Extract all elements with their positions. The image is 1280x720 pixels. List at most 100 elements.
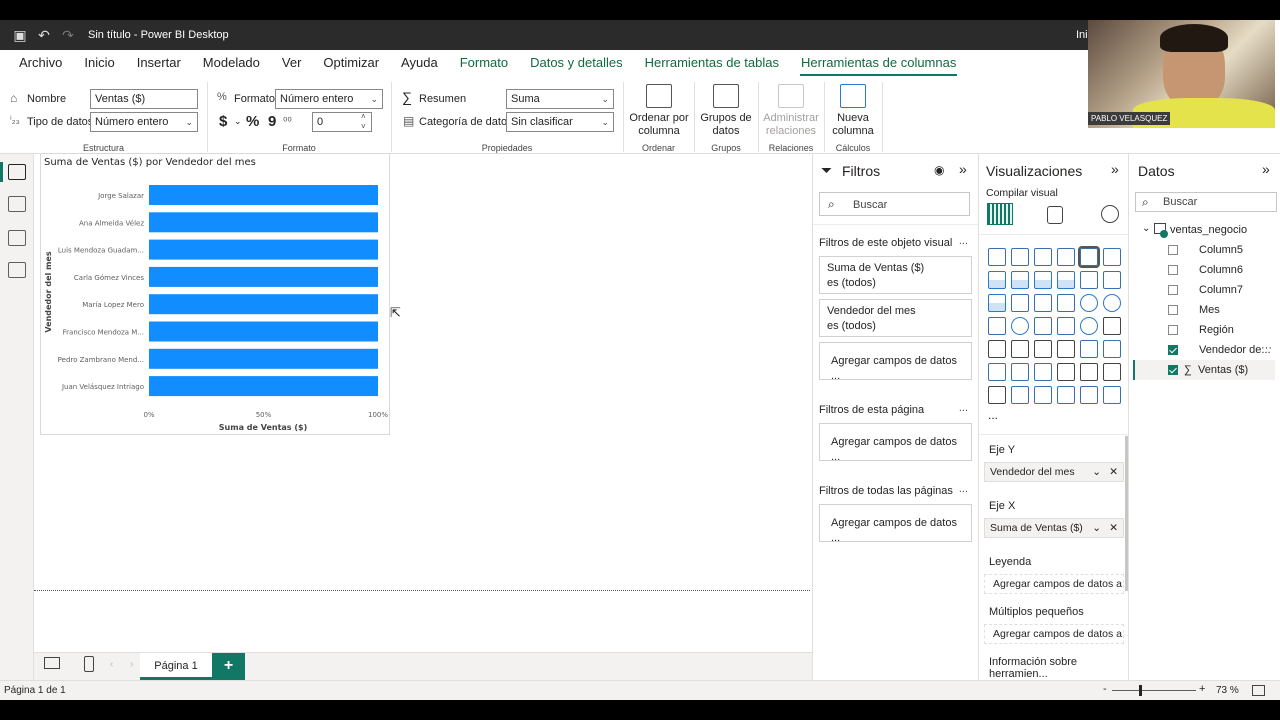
field-checkbox[interactable]: [1168, 365, 1178, 375]
resumen-select[interactable]: Suma ⌄: [506, 89, 614, 109]
tab-modelado[interactable]: Modelado: [192, 50, 271, 76]
card-icon[interactable]: [1103, 317, 1121, 335]
add-page-filter[interactable]: Agregar campos de datos ...: [819, 423, 972, 463]
azure-map-icon[interactable]: [1057, 317, 1075, 335]
desktop-layout-icon[interactable]: [44, 657, 60, 669]
bar[interactable]: [149, 376, 378, 397]
arcgis-icon[interactable]: [1057, 386, 1075, 404]
stepper-icon[interactable]: ˄ ˅: [361, 112, 366, 132]
table-icon[interactable]: [1057, 340, 1075, 358]
field-name[interactable]: Column5: [1199, 244, 1243, 256]
key-influencers-icon[interactable]: [1011, 363, 1029, 381]
format-visual-tab-icon[interactable]: [1047, 206, 1063, 224]
report-view-icon[interactable]: [8, 164, 26, 180]
zoom-in-button[interactable]: +: [1199, 683, 1205, 695]
more-options-icon[interactable]: ...: [959, 235, 968, 247]
redo-icon[interactable]: ↷: [56, 27, 80, 44]
slicer-icon[interactable]: [1034, 340, 1052, 358]
diamond-visual-icon[interactable]: [1080, 386, 1098, 404]
field-checkbox[interactable]: [1168, 265, 1178, 275]
bar[interactable]: [149, 294, 378, 315]
line-clustered-column-icon[interactable]: [1080, 271, 1098, 289]
tab-ver[interactable]: Ver: [271, 50, 313, 76]
fit-page-icon[interactable]: [1252, 685, 1265, 696]
bar-chart-visual[interactable]: Suma de Ventas ($) por Vendedor del mes …: [40, 153, 390, 435]
bar[interactable]: [149, 212, 378, 233]
narrative-icon[interactable]: [1080, 363, 1098, 381]
bar[interactable]: [149, 239, 378, 260]
data-search-input[interactable]: ⌕ Buscar: [1135, 192, 1277, 212]
tab-datos-detalles[interactable]: Datos y detalles: [519, 50, 634, 76]
field-name[interactable]: Column6: [1199, 264, 1243, 276]
scatter-icon[interactable]: [1057, 294, 1075, 312]
chevron-down-icon[interactable]: ⌄: [234, 116, 242, 127]
matrix-icon[interactable]: [1080, 340, 1098, 358]
tab-herramientas-columnas[interactable]: Herramientas de columnas: [790, 50, 967, 76]
tipo-datos-select[interactable]: Número entero ⌄: [90, 112, 198, 132]
zoom-slider[interactable]: [1112, 690, 1196, 691]
line-chart-icon[interactable]: [988, 271, 1006, 289]
eje-x-field[interactable]: Suma de Ventas ($) ⌄ ✕: [984, 518, 1124, 538]
analytics-tab-icon[interactable]: [1101, 205, 1119, 223]
eje-y-field[interactable]: Vendedor del mes ⌄ ✕: [984, 462, 1124, 482]
stacked-bar-icon[interactable]: [988, 248, 1006, 266]
administrar-relaciones-button[interactable]: Administrar relaciones: [761, 84, 821, 138]
tab-optimizar[interactable]: Optimizar: [312, 50, 390, 76]
ribbon-chart-icon[interactable]: [988, 294, 1006, 312]
field-checkbox[interactable]: [1168, 245, 1178, 255]
tab-ayuda[interactable]: Ayuda: [390, 50, 449, 76]
add-all-pages-filter[interactable]: Agregar campos de datos ...: [819, 504, 972, 544]
more-options-icon[interactable]: ...: [959, 402, 968, 414]
bar[interactable]: [149, 266, 378, 287]
nueva-columna-button[interactable]: Nueva columna: [828, 84, 878, 138]
100-stacked-bar-icon[interactable]: [1078, 246, 1100, 268]
more-visuals-button[interactable]: ...: [988, 408, 998, 422]
tab-pagina-1[interactable]: Página 1: [140, 653, 212, 680]
next-page-icon[interactable]: ›: [130, 659, 133, 670]
field-name[interactable]: Región: [1199, 324, 1234, 336]
categoria-select[interactable]: Sin clasificar ⌄: [506, 112, 614, 132]
tab-insertar[interactable]: Insertar: [126, 50, 192, 76]
percent-button[interactable]: %: [246, 113, 259, 130]
leyenda-add-field[interactable]: Agregar campos de datos a...: [984, 574, 1124, 594]
tab-herramientas-tablas[interactable]: Herramientas de tablas: [634, 50, 790, 76]
mobile-layout-icon[interactable]: [84, 656, 94, 672]
100-stacked-area-icon[interactable]: [1057, 271, 1075, 289]
bar[interactable]: [149, 348, 378, 369]
save-icon[interactable]: ▣: [8, 27, 32, 44]
filled-map-icon[interactable]: [1034, 317, 1052, 335]
collapse-icon[interactable]: »: [959, 161, 967, 177]
field-name[interactable]: Column7: [1199, 284, 1243, 296]
add-visual-filter[interactable]: Agregar campos de datos ...: [819, 342, 972, 382]
power-automate-icon[interactable]: [1034, 386, 1052, 404]
bar[interactable]: [149, 185, 378, 205]
stacked-area-icon[interactable]: [1034, 271, 1052, 289]
field-checkbox[interactable]: [1168, 345, 1178, 355]
table-name[interactable]: ventas_negocio: [1170, 224, 1247, 236]
stacked-column-icon[interactable]: [1011, 248, 1029, 266]
field-checkbox[interactable]: [1168, 305, 1178, 315]
prev-page-icon[interactable]: ‹: [110, 659, 113, 670]
tab-archivo[interactable]: Archivo: [8, 50, 73, 76]
build-visual-tab-icon[interactable]: [987, 203, 1013, 225]
gauge-icon[interactable]: [1080, 317, 1098, 335]
chevron-down-icon[interactable]: ⌄: [1142, 223, 1150, 234]
decimal-places-icon[interactable]: ⁰⁰: [283, 115, 292, 128]
add-page-button[interactable]: +: [212, 653, 245, 680]
filter-card-vendedor[interactable]: Vendedor del mes es (todos): [819, 299, 972, 337]
line-stacked-column-icon[interactable]: [1103, 271, 1121, 289]
undo-icon[interactable]: ↶: [32, 27, 56, 44]
field-name[interactable]: Mes: [1199, 304, 1220, 316]
map-icon[interactable]: [1011, 317, 1029, 335]
dax-query-icon[interactable]: [8, 262, 26, 278]
paginated-report-icon[interactable]: [988, 386, 1006, 404]
filters-search-input[interactable]: ⌕ Buscar: [819, 192, 970, 216]
clustered-column-icon[interactable]: [1057, 248, 1075, 266]
treemap-icon[interactable]: [988, 317, 1006, 335]
multi-row-card-icon[interactable]: [988, 340, 1006, 358]
100-stacked-column-icon[interactable]: [1103, 248, 1121, 266]
field-checkbox[interactable]: [1168, 325, 1178, 335]
filter-card-ventas[interactable]: Suma de Ventas ($) es (todos): [819, 256, 972, 294]
pie-chart-icon[interactable]: [1080, 294, 1098, 312]
field-checkbox[interactable]: [1168, 285, 1178, 295]
